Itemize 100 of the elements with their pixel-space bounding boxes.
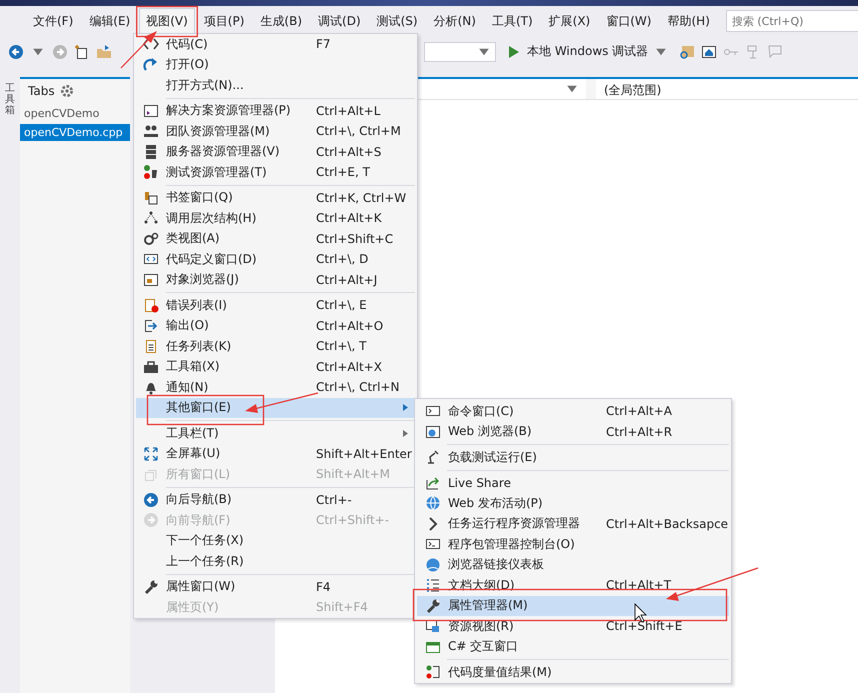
menu-item[interactable]: 代码(C) F7 (136, 34, 415, 54)
menu-item[interactable]: Web 浏览器(B) Ctrl+Alt+R (417, 422, 729, 442)
search-field[interactable]: 搜索 (Ctrl+Q) (726, 10, 858, 32)
shortcut-text: F7 (316, 37, 331, 52)
menu-item[interactable]: 工具栏(T) (136, 423, 415, 444)
menu-label: Web 发布活动(P) (448, 494, 543, 512)
run-button[interactable]: 本地 Windows 调试器 (502, 41, 674, 62)
menu-label: 服务器资源管理器(V) (166, 143, 280, 160)
menu-item[interactable]: 帮助(H) (660, 8, 717, 34)
menu-item[interactable]: 生成(B) (253, 8, 310, 34)
menu-item[interactable]: 窗口(W) (599, 8, 658, 34)
menu-item[interactable]: 工具(T) (484, 8, 540, 34)
menu-item[interactable]: 工具箱(X) Ctrl+Alt+X (136, 356, 415, 377)
shortcut-text: Ctrl+Shift+C (316, 232, 394, 246)
menu-label: 工具箱(X) (166, 358, 220, 376)
menu-item[interactable]: 编辑(E) (82, 8, 138, 34)
menu-label: 工具栏(T) (166, 424, 219, 442)
menu-item[interactable]: 向后导航(B) Ctrl+- (136, 490, 415, 510)
menu-item[interactable]: C# 交互窗口 (417, 636, 729, 657)
shortcut-text: Ctrl+Alt+S (316, 144, 382, 159)
menu-item[interactable]: 浏览器链接仪表板 (417, 554, 729, 575)
toolbox-tab[interactable]: 工具箱 (5, 83, 15, 693)
menu-item[interactable]: 下一个任务(X) (136, 530, 415, 551)
menu-item[interactable]: 上一个任务(R) (136, 551, 415, 572)
shortcut-text: Ctrl+- (316, 492, 352, 507)
menu-item[interactable]: 全屏幕(U) Shift+Alt+Enter (136, 444, 415, 464)
menu-item[interactable]: 类视图(A) Ctrl+Shift+C (136, 228, 415, 249)
shortcut-text: Ctrl+\, E (316, 298, 367, 312)
menu-label: 其他窗口(E) (166, 399, 231, 416)
menu-item[interactable]: 错误列表(I) Ctrl+\, E (136, 295, 415, 316)
menu-item[interactable]: 分析(N) (426, 8, 483, 34)
menu-item[interactable]: 解决方案资源管理器(P) Ctrl+Alt+L (136, 100, 415, 121)
menu-item[interactable]: 测试(S) (370, 8, 425, 34)
menu-item[interactable]: 代码定义窗口(D) Ctrl+\, D (136, 249, 415, 270)
menu-item[interactable]: 对象浏览器(J) Ctrl+Alt+J (136, 270, 415, 290)
menu-item[interactable]: 输出(O) Ctrl+Alt+O (136, 316, 415, 336)
shortcut-text: Ctrl+Alt+X (316, 360, 382, 374)
menu-label: 输出(O) (166, 317, 209, 334)
menu-item[interactable]: 测试资源管理器(T) Ctrl+E, T (136, 162, 415, 182)
shortcut-text: Ctrl+Alt+A (606, 404, 672, 418)
menu-item[interactable]: 代码度量值结果(M) (417, 662, 729, 682)
shortcut-text: Ctrl+E, T (316, 165, 370, 180)
menu-item[interactable]: 文件(F) (26, 8, 80, 34)
menu-label: 打开方式(N)... (166, 76, 244, 94)
file-tab[interactable]: openCVDemo.cpp (20, 124, 130, 141)
menu-label: Web 浏览器(B) (448, 423, 532, 440)
menu-item[interactable]: 服务器资源管理器(V) Ctrl+Alt+S (136, 142, 415, 162)
menu-label: 任务列表(K) (166, 338, 232, 355)
menu-label: 团队资源管理器(M) (166, 122, 270, 140)
menu-item[interactable]: 打开方式(N)... (136, 75, 415, 96)
menu-item[interactable]: 调试(D) (311, 8, 368, 34)
menu-item[interactable]: 其他窗口(E) (136, 398, 415, 418)
menu-label: 调用层次结构(H) (166, 210, 256, 227)
menu-item[interactable]: 通知(N) Ctrl+\, Ctrl+N (136, 377, 415, 398)
shortcut-text: Ctrl+Shift+E (606, 619, 682, 634)
scope-dropdown[interactable]: (全局范围) (596, 79, 858, 99)
menu-label: 属性页(Y) (166, 598, 219, 616)
menu-label: 下一个任务(X) (166, 532, 244, 550)
menu-item[interactable]: Web 发布活动(P) (417, 493, 729, 514)
menu-item[interactable]: 命令窗口(C) Ctrl+Alt+A (417, 401, 729, 422)
shortcut-text: Ctrl+\, T (316, 339, 366, 354)
menu-item[interactable]: 任务运行程序资源管理器 Ctrl+Alt+Backsapce (417, 514, 729, 534)
menu-label: 上一个任务(R) (166, 552, 244, 570)
menu-label: 测试资源管理器(T) (166, 164, 267, 181)
shortcut-text: Ctrl+Alt+R (606, 424, 672, 439)
menu-label: 全屏幕(U) (166, 445, 220, 462)
menu-label: 属性管理器(M) (448, 597, 528, 614)
menu-item[interactable]: 打开(O) (136, 54, 415, 75)
menu-item[interactable]: Live Share (417, 472, 729, 493)
menu-item[interactable]: 视图(V) (139, 8, 195, 34)
menu-label: 书签窗口(Q) (166, 189, 233, 206)
shortcut-text: Ctrl+\, Ctrl+N (316, 380, 400, 394)
menu-item[interactable]: 任务列表(K) Ctrl+\, T (136, 336, 415, 356)
menu-label: 所有窗口(L) (166, 466, 230, 483)
menu-label: Live Share (448, 476, 511, 490)
menu-item[interactable]: 属性窗口(W) F4 (136, 576, 415, 597)
panel-title: Tabs (28, 84, 55, 98)
menu-item[interactable]: 程序包管理器控制台(O) (417, 534, 729, 554)
shortcut-text: Ctrl+Shift+- (316, 513, 390, 528)
menu-label: C# 交互窗口 (448, 638, 518, 656)
shortcut-text: Ctrl+\, Ctrl+M (316, 124, 401, 138)
menu-label: 对象浏览器(J) (166, 271, 239, 288)
menu-item[interactable]: 项目(P) (196, 8, 252, 34)
menu-label: 程序包管理器控制台(O) (448, 536, 575, 553)
menu-label: 属性窗口(W) (166, 578, 236, 596)
menu-item[interactable]: 属性管理器(M) (417, 596, 729, 616)
menu-item[interactable]: 负载测试运行(E) (417, 447, 729, 468)
shortcut-text: Ctrl+Alt+L (316, 104, 380, 118)
menu-label: 向前导航(F) (166, 512, 230, 529)
menu-label: 向后导航(B) (166, 491, 232, 508)
menu-label: 解决方案资源管理器(P) (166, 102, 291, 120)
menu-item[interactable]: 扩展(X) (542, 8, 598, 34)
menu-item[interactable]: 书签窗口(Q) Ctrl+K, Ctrl+W (136, 188, 415, 208)
menu-label: 浏览器链接仪表板 (448, 556, 544, 574)
shortcut-text: Ctrl+Alt+T (606, 578, 672, 592)
menu-item[interactable]: 团队资源管理器(M) Ctrl+\, Ctrl+M (136, 121, 415, 142)
menu-item[interactable]: 调用层次结构(H) Ctrl+Alt+K (136, 208, 415, 228)
project-label[interactable]: openCVDemo (20, 105, 130, 122)
menu-label: 通知(N) (166, 378, 208, 396)
shortcut-text: Ctrl+K, Ctrl+W (316, 190, 406, 205)
